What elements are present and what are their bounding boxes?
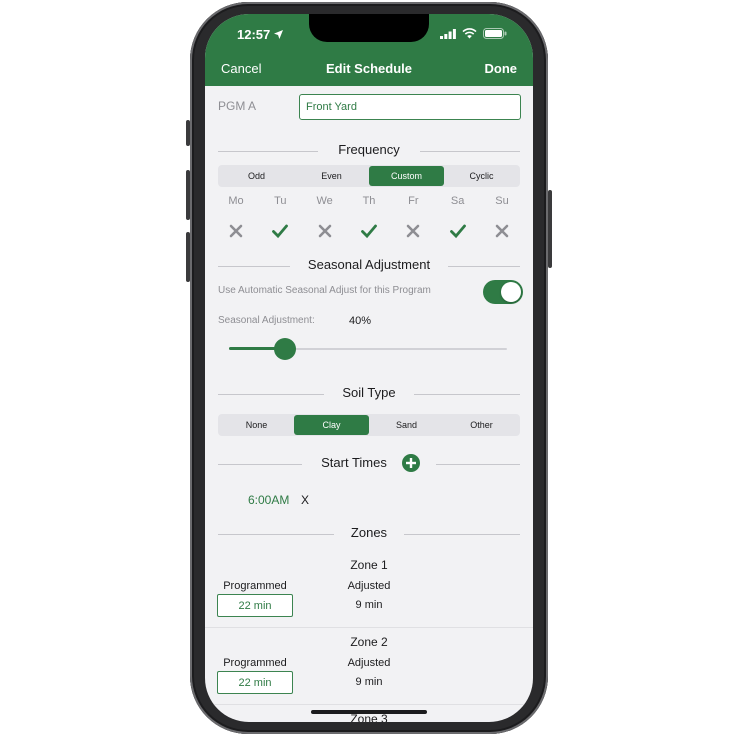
day-label: Tu	[274, 195, 287, 207]
soil-option-none[interactable]: None	[219, 415, 294, 435]
adjusted-label: Adjusted	[347, 657, 391, 669]
x-mark-icon	[495, 224, 509, 238]
battery-icon	[483, 28, 507, 39]
wifi-icon	[462, 28, 477, 39]
soil-title: Soil Type	[342, 385, 396, 400]
day-labels: Mo Tu We Th Fr Sa Su	[218, 195, 520, 211]
divider	[436, 464, 520, 465]
soil-segmented-control: None Clay Sand Other	[218, 414, 520, 436]
day-label: Sa	[450, 195, 465, 207]
soil-option-sand[interactable]: Sand	[369, 415, 444, 435]
day-label: Mo	[228, 195, 244, 207]
frequency-option-cyclic[interactable]: Cyclic	[444, 166, 519, 186]
adjusted-time-value: 9 min	[355, 676, 383, 688]
day-toggle-fr[interactable]	[395, 220, 431, 242]
status-time-text: 12:57	[237, 27, 271, 42]
done-button[interactable]: Done	[485, 61, 518, 76]
day-toggle-mo[interactable]	[218, 220, 254, 242]
power-button	[548, 190, 552, 268]
add-start-time-icon[interactable]	[402, 454, 420, 472]
frequency-option-odd[interactable]: Odd	[219, 166, 294, 186]
divider	[205, 704, 533, 705]
status-icons	[440, 28, 507, 39]
divider	[404, 534, 520, 535]
checkmark-icon	[272, 224, 289, 239]
seasonal-adjustment-value: 40%	[349, 315, 372, 327]
x-mark-icon	[229, 224, 243, 238]
zone-name: Zone 1	[350, 558, 388, 572]
mute-switch	[186, 120, 190, 146]
frequency-segmented-control: Odd Even Custom Cyclic	[218, 165, 520, 187]
volume-down-button	[186, 232, 190, 282]
zone-name: Zone 2	[350, 635, 388, 649]
divider	[448, 266, 520, 267]
day-label: Th	[362, 195, 376, 207]
soil-option-other[interactable]: Other	[444, 415, 519, 435]
home-indicator	[311, 710, 427, 714]
x-mark-icon	[407, 224, 420, 238]
soil-section-header: Soil Type	[218, 385, 520, 403]
seasonal-section-header: Seasonal Adjustment	[218, 257, 520, 275]
programmed-time-input[interactable]: 22 min	[217, 594, 293, 617]
start-times-section-header: Start Times	[218, 455, 520, 473]
frequency-section-header: Frequency	[218, 142, 520, 160]
divider	[420, 151, 520, 152]
divider	[205, 627, 533, 628]
seasonal-title: Seasonal Adjustment	[307, 257, 431, 272]
checkmark-icon	[361, 224, 377, 239]
programmed-label: Programmed	[223, 580, 287, 592]
program-label: PGM A	[218, 99, 257, 113]
zones-section-header: Zones	[218, 525, 520, 543]
divider	[414, 394, 520, 395]
day-label: We	[316, 195, 333, 207]
zones-title: Zones	[350, 525, 388, 540]
day-toggle-sa[interactable]	[440, 220, 476, 242]
day-toggles	[218, 220, 520, 242]
start-time-value[interactable]: 6:00AM	[248, 493, 289, 507]
day-label: Su	[495, 195, 509, 207]
frequency-option-custom[interactable]: Custom	[369, 166, 444, 186]
programmed-label: Programmed	[223, 657, 287, 669]
notch	[309, 14, 429, 42]
toggle-knob	[501, 282, 521, 302]
schedule-form: PGM A Frequency Odd Even Custom Cyclic M…	[205, 86, 533, 722]
slider-thumb[interactable]	[273, 338, 296, 360]
day-toggle-su[interactable]	[484, 220, 520, 242]
frequency-option-even[interactable]: Even	[294, 166, 369, 186]
programmed-time-input[interactable]: 22 min	[217, 671, 293, 694]
program-name-input[interactable]	[299, 94, 521, 120]
remove-start-time-button[interactable]: X	[301, 493, 309, 507]
adjusted-label: Adjusted	[347, 580, 391, 592]
volume-up-button	[186, 170, 190, 220]
day-toggle-we[interactable]	[307, 220, 343, 242]
auto-seasonal-label: Use Automatic Seasonal Adjust for this P…	[218, 285, 431, 296]
day-toggle-th[interactable]	[351, 220, 387, 242]
seasonal-adjustment-slider[interactable]	[229, 338, 507, 360]
stage: 12:57 Cancel Edit Schedule Done PGM A Fr…	[0, 0, 736, 736]
signal-icon	[440, 28, 456, 39]
soil-option-clay[interactable]: Clay	[294, 415, 369, 435]
screen: 12:57 Cancel Edit Schedule Done PGM A Fr…	[205, 14, 533, 722]
auto-seasonal-toggle[interactable]	[483, 280, 523, 304]
frequency-title: Frequency	[338, 142, 400, 157]
day-label: Fr	[408, 195, 419, 207]
start-times-title: Start Times	[321, 455, 387, 470]
location-arrow-icon	[274, 30, 284, 39]
day-toggle-tu[interactable]	[262, 220, 298, 242]
seasonal-adjustment-label: Seasonal Adjustment:	[218, 315, 315, 326]
status-time: 12:57	[237, 27, 284, 42]
adjusted-time-value: 9 min	[355, 599, 383, 611]
x-mark-icon	[318, 224, 331, 238]
checkmark-icon	[449, 224, 466, 239]
